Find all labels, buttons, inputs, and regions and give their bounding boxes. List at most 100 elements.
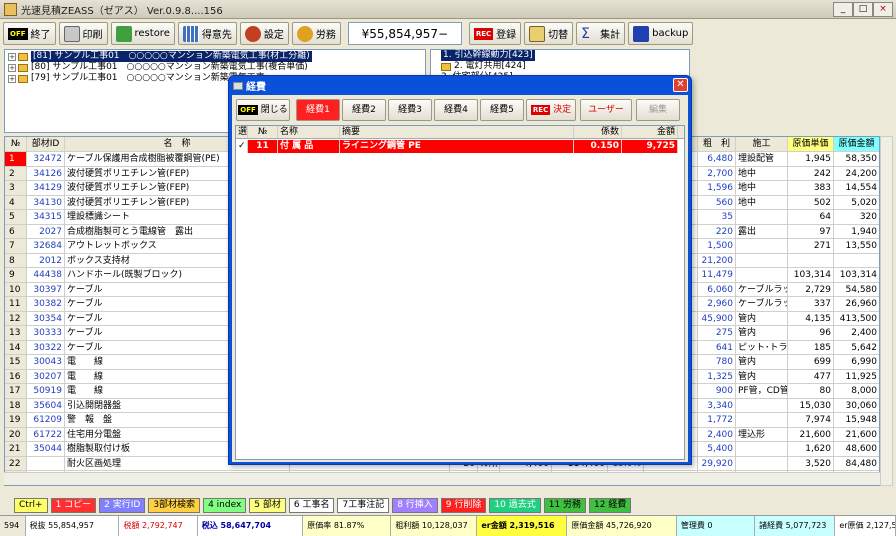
dialog-close-icon[interactable]: ✕	[673, 78, 688, 92]
fkey-1[interactable]: 1 コピー	[50, 498, 97, 513]
table-cell: 7,974	[788, 413, 834, 427]
grid-header-cell[interactable]: 施工	[736, 137, 788, 151]
tab-expense-1[interactable]: 経費1	[296, 99, 340, 121]
section-item[interactable]: 2. 電灯共用[424]	[431, 61, 689, 72]
fkey-7[interactable]: 7工事注記	[337, 498, 390, 513]
table-cell	[736, 442, 788, 456]
table-cell: 1,325	[698, 369, 736, 383]
expense-row[interactable]: ✓ 11 付 属 品 ライニング鋼管 PE 0.150 9,725	[236, 140, 684, 153]
maximize-button[interactable]: □	[853, 2, 873, 17]
table-cell: 5,400	[698, 442, 736, 456]
fkey-5[interactable]: 5 部材	[249, 498, 286, 513]
tab-expense-2[interactable]: 経費2	[342, 99, 386, 121]
status-field-3: 税込 58,647,704	[197, 516, 304, 536]
table-cell: 21,600	[834, 428, 879, 442]
status-field-10: er原価 2,127,568	[835, 516, 896, 536]
horizontal-scrollbar[interactable]	[4, 472, 880, 485]
table-cell: 9	[5, 268, 27, 282]
fkey-10[interactable]: 10 過去式	[489, 498, 541, 513]
fkey-11[interactable]: 11 労務	[543, 498, 587, 513]
minimize-button[interactable]: _	[833, 2, 853, 17]
fkey-4[interactable]: 4 index	[203, 498, 247, 513]
table-cell: 35044	[27, 442, 65, 456]
restore-button[interactable]: restore	[110, 22, 175, 45]
grid-header-cell[interactable]: 原価金額	[834, 137, 879, 151]
dialog-close-button[interactable]: OFF 閉じる	[236, 99, 290, 121]
fkey-0[interactable]: Ctrl+	[14, 498, 48, 513]
section-item[interactable]: 1. 引込幹線動力[423]	[431, 50, 689, 61]
folder-icon	[18, 74, 28, 83]
table-cell: 11	[5, 297, 27, 311]
decide-button[interactable]: REC 決定	[526, 99, 576, 121]
table-cell: 3,520	[788, 456, 834, 470]
expand-icon[interactable]: +	[8, 63, 16, 72]
tab-expense-4[interactable]: 経費4	[434, 99, 478, 121]
rec-icon: REC	[473, 27, 494, 40]
register-button[interactable]: REC 登録	[468, 22, 522, 45]
status-bar: 594 税抜 55,854,957 税額 2,792,747 税込 58,647,70…	[0, 515, 896, 536]
fkey-9[interactable]: 9 行削除	[440, 498, 487, 513]
total-button[interactable]: Σ 集計	[576, 22, 626, 45]
customer-button[interactable]: 得意先	[177, 22, 237, 45]
table-cell: 5	[5, 210, 27, 224]
table-cell: 18	[5, 398, 27, 412]
grid-header-cell[interactable]: 部材ID	[27, 137, 65, 151]
fkey-2[interactable]: 2 実行ID	[99, 498, 146, 513]
table-cell: 32472	[27, 152, 65, 166]
table-cell: 1,945	[788, 152, 834, 166]
tree-item[interactable]: + [80] サンプル工事01 ○○○○○マンション新築電気工事(複合単価)	[5, 62, 425, 73]
table-cell	[736, 398, 788, 412]
table-cell: 35	[698, 210, 736, 224]
table-cell: 15	[5, 355, 27, 369]
table-cell: 30354	[27, 311, 65, 325]
table-cell: 6,060	[698, 282, 736, 296]
vertical-scrollbar[interactable]	[880, 136, 893, 486]
tab-expense-3[interactable]: 経費3	[388, 99, 432, 121]
expand-icon[interactable]: +	[8, 52, 16, 61]
settings-button[interactable]: 設定	[239, 22, 289, 45]
rec-icon: REC	[530, 105, 551, 115]
table-cell: 1,596	[698, 181, 736, 195]
table-cell: 20	[5, 427, 27, 441]
fkey-6[interactable]: 6 工事名	[288, 498, 335, 513]
close-button[interactable]: ×	[873, 2, 893, 17]
tree-item[interactable]: + [81] サンプル工事01 ○○○○○マンション新築電気工事(材工分離)	[5, 51, 425, 62]
grid-header-cell[interactable]: 原価単価	[788, 137, 834, 151]
table-cell: 22	[5, 456, 27, 470]
table-cell: 58,350	[834, 152, 879, 166]
sigma-icon: Σ	[581, 25, 591, 42]
fkey-3[interactable]: 3部材検索	[148, 498, 201, 513]
table-cell: 2,400	[698, 427, 736, 441]
backup-button[interactable]: backup	[628, 22, 694, 45]
grid-header-cell[interactable]: №	[5, 137, 27, 151]
table-cell: 84,480	[834, 457, 879, 471]
edit-button[interactable]: 編集	[636, 99, 680, 121]
row-checkbox[interactable]: ✓	[236, 140, 248, 153]
table-cell: 29,920	[698, 456, 736, 470]
expand-icon[interactable]: +	[8, 74, 16, 83]
status-field-9: 諸経費 5,077,723	[755, 516, 836, 536]
labor-button[interactable]: 労務	[291, 22, 341, 45]
table-cell: 275	[698, 326, 736, 340]
exit-button[interactable]: OFF 終了	[3, 22, 56, 45]
user-button[interactable]: ユーザー	[580, 99, 632, 121]
table-cell: 8,000	[834, 384, 879, 398]
folder-icon	[18, 63, 28, 72]
fkey-8[interactable]: 8 行挿入	[392, 498, 438, 513]
table-cell: 5,020	[834, 196, 879, 210]
tab-expense-5[interactable]: 経費5	[480, 99, 524, 121]
fkey-12[interactable]: 12 経費	[589, 498, 632, 513]
table-cell: 103,314	[834, 268, 879, 282]
switch-button[interactable]: 切替	[524, 22, 574, 45]
dialog-body: OFF 閉じる 経費1 経費2 経費3 経費4 経費5 REC 決定 ユーザー …	[232, 95, 688, 462]
print-button[interactable]: 印刷	[58, 22, 108, 45]
grid-header-cell[interactable]: 粗 利	[698, 137, 736, 151]
table-cell: 2012	[27, 253, 65, 267]
table-cell: 15,948	[834, 413, 879, 427]
table-cell: 30207	[27, 369, 65, 383]
status-field-2: 税額 2,792,747	[119, 516, 198, 536]
status-field-7: 原価金額 45,726,920	[567, 516, 677, 536]
header-no: №	[248, 126, 278, 138]
status-field-0: 594	[0, 516, 26, 536]
table-cell: 45,900	[698, 311, 736, 325]
